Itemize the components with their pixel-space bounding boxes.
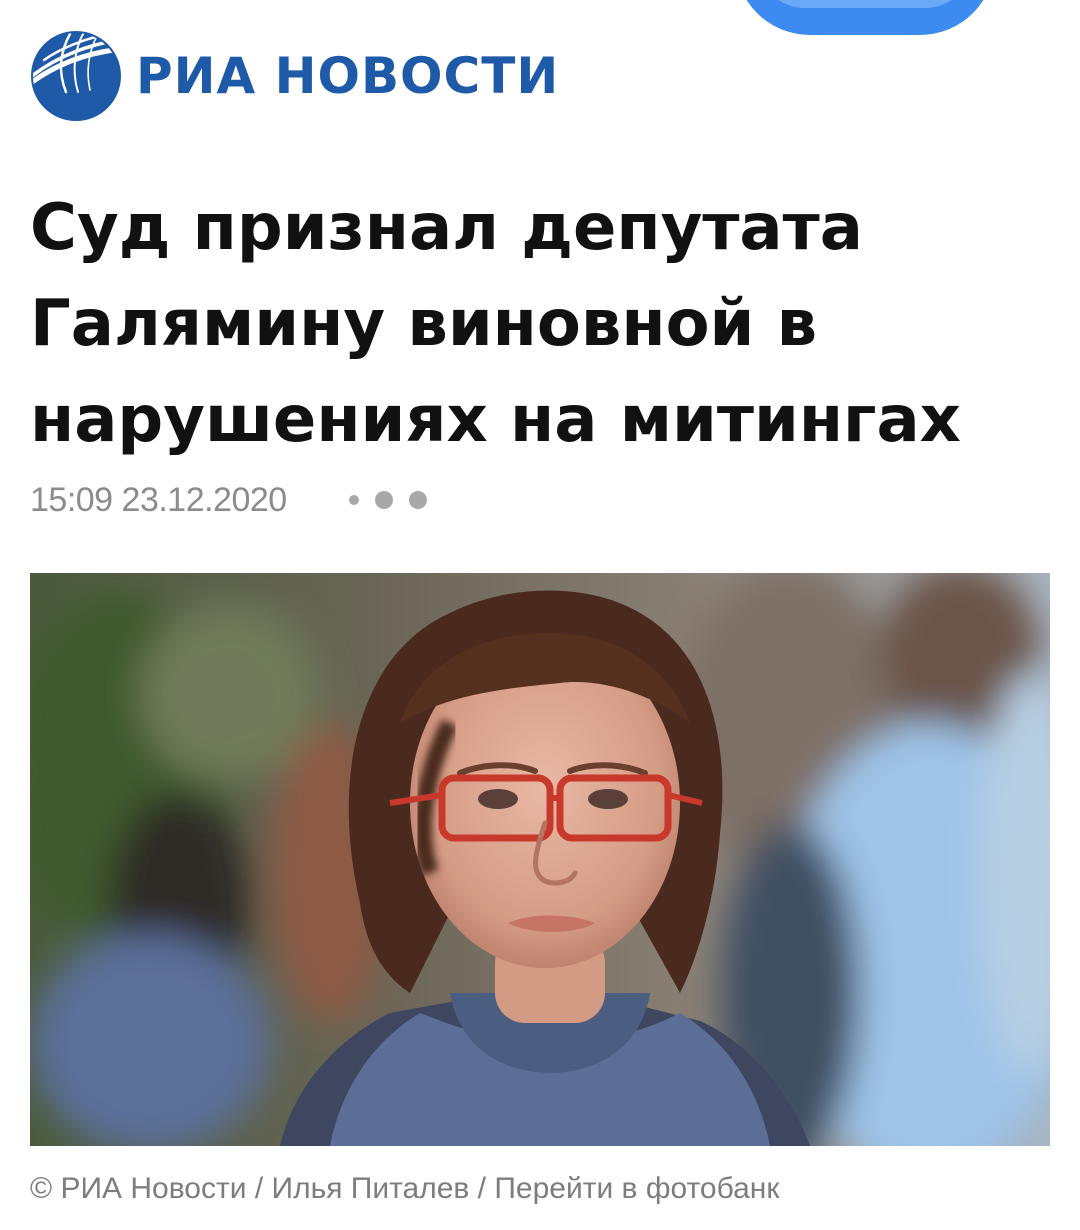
- top-decoration-shape: [735, 0, 995, 35]
- headline-line-1: Суд признал депутата: [30, 191, 863, 265]
- site-header: РИА НОВОСТИ: [30, 30, 559, 122]
- photo-credit: © РИА Новости / Илья Питалев / Перейти в…: [30, 1172, 780, 1206]
- photobank-link[interactable]: Перейти в фотобанк: [494, 1172, 779, 1205]
- credit-separator-1: /: [246, 1172, 272, 1205]
- dot-3: [408, 491, 427, 509]
- ria-globe-logo-icon[interactable]: [30, 30, 122, 122]
- credit-copyright: © РИА Новости: [30, 1172, 247, 1205]
- more-dots-icon[interactable]: [348, 491, 427, 509]
- article-photo[interactable]: [30, 573, 1050, 1146]
- dot-1: [348, 495, 359, 505]
- credit-author: Илья Питалев: [271, 1172, 470, 1205]
- article-headline: Суд признал депутата Галямину виновной в н…: [30, 180, 1040, 468]
- brand-name[interactable]: РИА НОВОСТИ: [136, 51, 559, 101]
- top-decoration-inner: [757, 0, 973, 8]
- headline-line-3: нарушениях на митингах: [30, 383, 961, 457]
- headline-line-2: Галямину виновной в: [30, 287, 818, 361]
- dot-2: [374, 491, 393, 509]
- article-timestamp: 15:09 23.12.2020: [30, 480, 287, 519]
- credit-separator-2: /: [469, 1172, 495, 1205]
- article-meta: 15:09 23.12.2020: [30, 478, 427, 522]
